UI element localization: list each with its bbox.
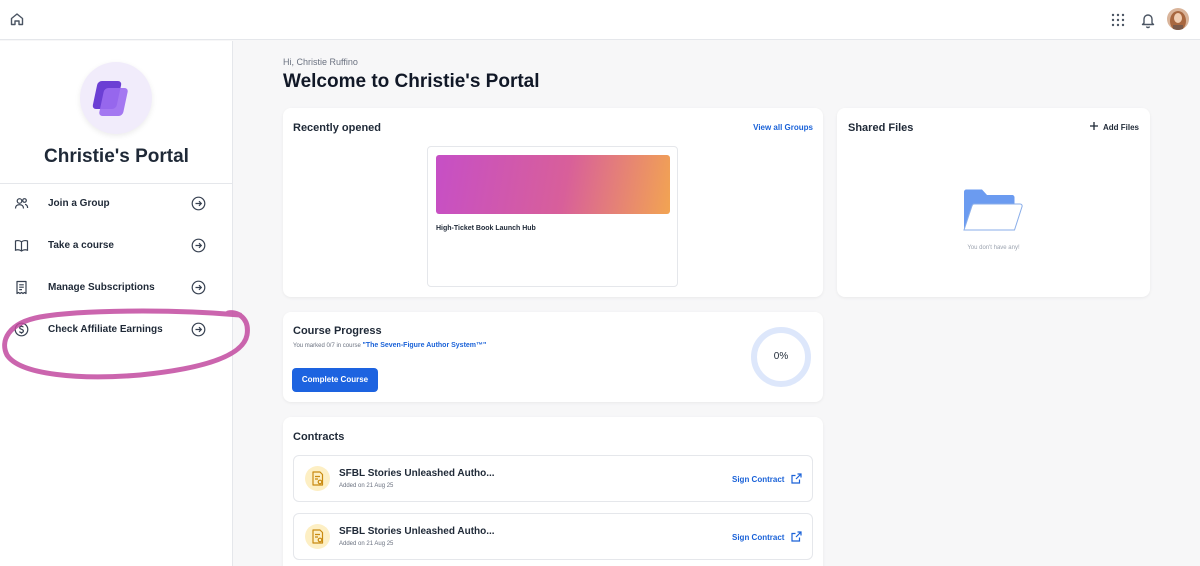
sidebar-item-label: Check Affiliate Earnings bbox=[48, 324, 163, 335]
home-icon[interactable] bbox=[9, 11, 25, 27]
view-all-groups-link[interactable]: View all Groups bbox=[753, 123, 813, 132]
arrow-right-circle-icon bbox=[191, 280, 206, 295]
sign-contract-link[interactable]: Sign Contract bbox=[732, 533, 784, 542]
contracts-card: Contracts SFBL Stories Unleashed Autho..… bbox=[283, 417, 823, 566]
empty-state-text: You don't have any! bbox=[967, 245, 1020, 251]
sidebar-item-label: Join a Group bbox=[48, 198, 110, 209]
bell-icon[interactable] bbox=[1140, 11, 1156, 29]
top-bar bbox=[0, 0, 1200, 40]
contract-row: SFBL Stories Unleashed Autho... Added on… bbox=[293, 455, 813, 502]
sidebar: Christie's Portal Join a Group Take a co… bbox=[0, 41, 233, 566]
contract-icon-badge bbox=[305, 466, 330, 491]
greeting-text: Hi, Christie Ruffino bbox=[283, 57, 358, 67]
recently-opened-card: Recently opened View all Groups High-Tic… bbox=[283, 108, 823, 297]
document-icon bbox=[312, 471, 324, 486]
complete-course-button[interactable]: Complete Course bbox=[292, 368, 378, 392]
arrow-right-circle-icon bbox=[191, 238, 206, 253]
contracts-title: Contracts bbox=[293, 431, 345, 443]
group-banner-image bbox=[436, 155, 670, 214]
contract-name: SFBL Stories Unleashed Autho... bbox=[339, 468, 495, 479]
contract-row: SFBL Stories Unleashed Autho... Added on… bbox=[293, 513, 813, 560]
user-avatar[interactable] bbox=[1167, 8, 1189, 30]
sidebar-item-affiliate-earnings[interactable]: Check Affiliate Earnings bbox=[0, 310, 233, 350]
folder-icon bbox=[963, 189, 1023, 231]
contract-icon-badge bbox=[305, 524, 330, 549]
arrow-right-circle-icon bbox=[191, 322, 206, 337]
plus-icon[interactable] bbox=[1089, 121, 1099, 131]
sign-contract-link[interactable]: Sign Contract bbox=[732, 475, 784, 484]
external-link-icon[interactable] bbox=[791, 531, 802, 542]
contract-name: SFBL Stories Unleashed Autho... bbox=[339, 526, 495, 537]
document-icon bbox=[312, 529, 324, 544]
receipt-icon bbox=[16, 280, 27, 295]
contract-date: Added on 21 Aug 25 bbox=[339, 541, 394, 547]
portal-logo bbox=[80, 62, 152, 134]
sidebar-item-take-course[interactable]: Take a course bbox=[0, 226, 233, 266]
sidebar-item-label: Take a course bbox=[48, 240, 114, 251]
book-icon bbox=[14, 240, 29, 252]
apps-grid-icon[interactable] bbox=[1111, 13, 1125, 27]
progress-percent: 0% bbox=[773, 351, 789, 362]
contract-date: Added on 21 Aug 25 bbox=[339, 483, 394, 489]
course-progress-subtitle: You marked 0/7 in course "The Seven-Figu… bbox=[293, 342, 486, 349]
course-name-link[interactable]: "The Seven-Figure Author System™" bbox=[363, 342, 487, 349]
shared-files-title: Shared Files bbox=[848, 122, 914, 134]
group-card[interactable]: High-Ticket Book Launch Hub bbox=[427, 146, 678, 287]
users-icon bbox=[14, 198, 29, 209]
sidebar-item-label: Manage Subscriptions bbox=[48, 282, 155, 293]
arrow-right-circle-icon bbox=[191, 196, 206, 211]
sidebar-item-manage-subscriptions[interactable]: Manage Subscriptions bbox=[0, 268, 233, 308]
add-files-button[interactable]: Add Files bbox=[1103, 123, 1139, 132]
page-title: Welcome to Christie's Portal bbox=[283, 71, 540, 92]
dollar-circle-icon bbox=[14, 322, 29, 337]
portal-name: Christie's Portal bbox=[44, 146, 189, 167]
group-name: High-Ticket Book Launch Hub bbox=[436, 225, 536, 232]
external-link-icon[interactable] bbox=[791, 473, 802, 484]
course-progress-card: Course Progress You marked 0/7 in course… bbox=[283, 312, 823, 402]
course-marked-text: You marked 0/7 in course bbox=[293, 343, 361, 349]
course-progress-title: Course Progress bbox=[293, 325, 382, 337]
recently-opened-title: Recently opened bbox=[293, 122, 382, 134]
sidebar-item-join-group[interactable]: Join a Group bbox=[0, 184, 233, 224]
shared-files-card: Shared Files Add Files You don't have an… bbox=[837, 108, 1150, 297]
portal-logo-icon bbox=[92, 81, 128, 116]
